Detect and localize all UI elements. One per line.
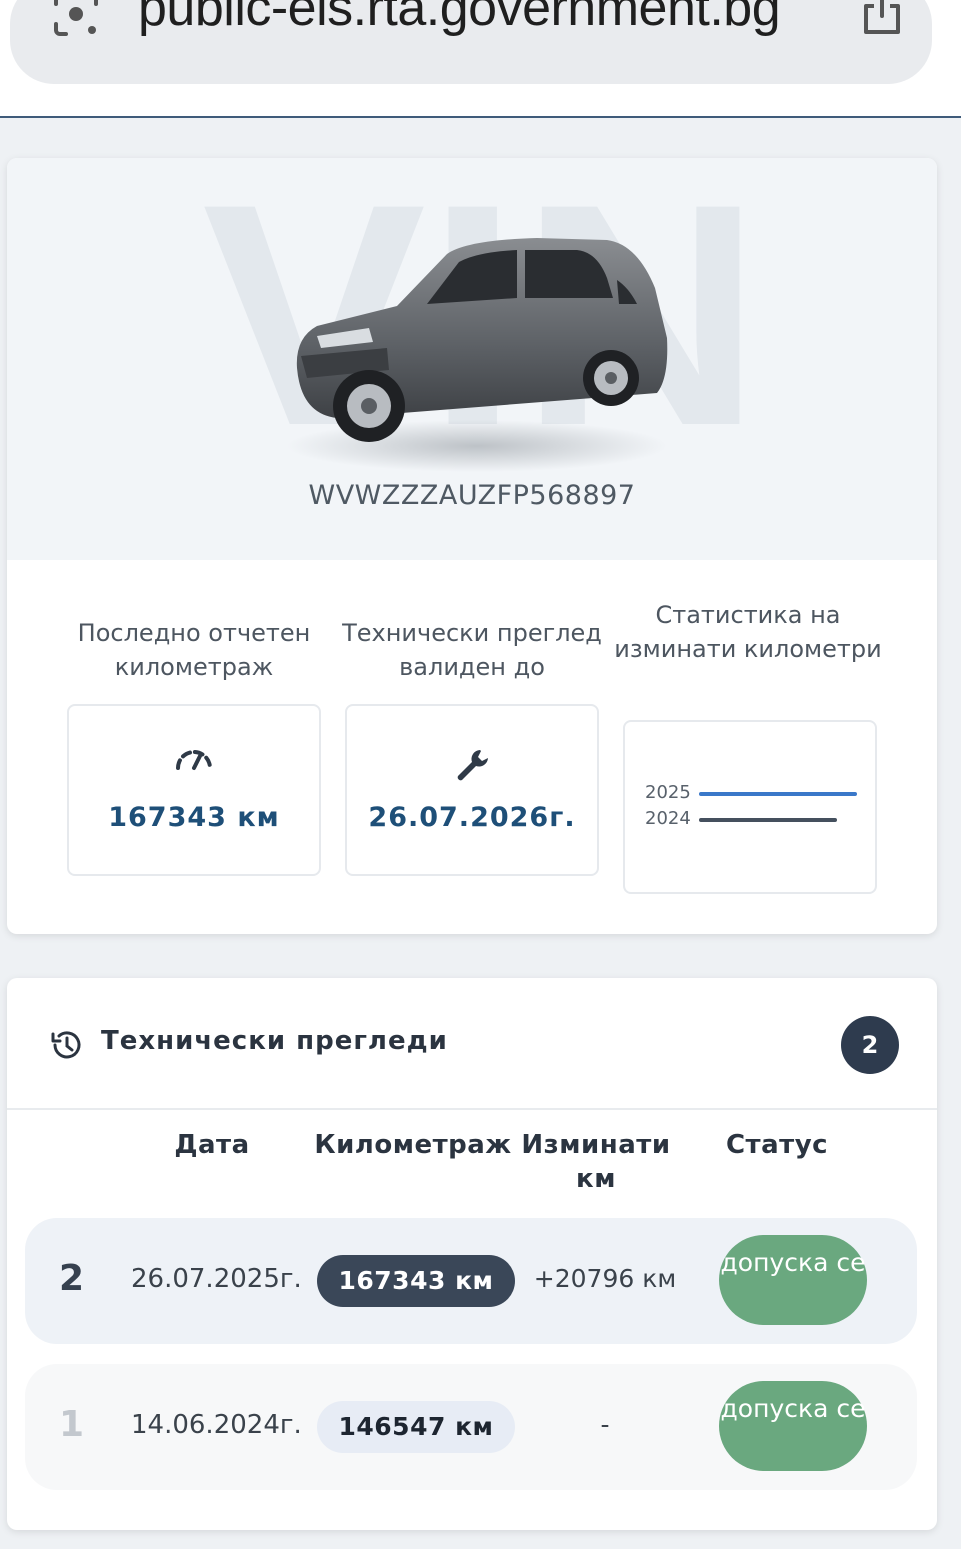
vin-number: WVWZZZAUZFP568897 — [308, 480, 636, 511]
inspections-card: Технически прегледи 2 Дата Километраж Из… — [7, 978, 937, 1530]
mileage-value: 167343 км — [108, 802, 280, 833]
statistics-box[interactable]: 2025 2024 — [623, 720, 877, 894]
share-icon[interactable] — [858, 0, 906, 38]
year-label: 2025 — [645, 782, 691, 803]
row-date: 26.07.2025г. — [131, 1264, 302, 1294]
mileage-label: Последно отчетен километраж — [77, 619, 311, 681]
url-text[interactable]: public-eis.rta.government.bg — [138, 0, 781, 40]
address-bar[interactable]: public-eis.rta.government.bg — [10, 0, 932, 84]
row-status-badge: допуска се — [719, 1235, 867, 1325]
vehicle-card: VIN — [7, 158, 937, 934]
inspection-row[interactable]: 2 26.07.2025г. 167343 км +20796 км допус… — [25, 1218, 917, 1344]
inspections-title: Технически прегледи — [101, 1026, 448, 1056]
row-date: 14.06.2024г. — [131, 1410, 302, 1440]
column-header-status: Статус — [725, 1130, 829, 1160]
mileage-stat: Последно отчетен километраж — [59, 560, 329, 684]
statistics-stat: Статистика на изминати километри — [613, 560, 883, 666]
row-number: 1 — [59, 1404, 85, 1445]
row-traveled: +20796 км — [533, 1264, 677, 1293]
browser-toolbar: public-eis.rta.government.bg — [0, 0, 961, 118]
car-image — [287, 238, 668, 472]
row-mileage-badge: 167343 км — [317, 1255, 515, 1307]
statistics-label: Статистика на изминати километри — [614, 601, 882, 663]
row-traveled: - — [600, 1410, 610, 1439]
column-header-date: Дата — [174, 1130, 250, 1160]
row-number: 2 — [59, 1258, 85, 1299]
column-header-traveled: Изминати км — [521, 1130, 671, 1194]
inspection-stat: Технически преглед валиден до — [337, 560, 607, 684]
speedometer-icon — [69, 746, 319, 776]
column-header-mileage: Километраж — [314, 1130, 512, 1160]
inspection-label: Технически преглед валиден до — [342, 619, 602, 681]
year-2024-line — [699, 818, 837, 822]
vehicle-hero: VIN — [7, 158, 937, 560]
mileage-box: 167343 км — [67, 704, 321, 876]
history-icon — [51, 1031, 81, 1059]
inspection-row[interactable]: 1 14.06.2024г. 146547 км - допуска се — [25, 1364, 917, 1490]
year-label: 2024 — [645, 808, 691, 829]
year-2025-line — [699, 792, 857, 796]
inspection-box: 26.07.2026г. — [345, 704, 599, 876]
inspections-count-badge: 2 — [841, 1016, 899, 1074]
inspection-value: 26.07.2026г. — [368, 802, 576, 833]
google-lens-icon[interactable] — [50, 0, 102, 40]
wrench-icon — [347, 746, 597, 790]
row-status-badge: допуска се — [719, 1381, 867, 1471]
inspections-header: Технически прегледи 2 — [7, 978, 937, 1110]
row-mileage-badge: 146547 км — [317, 1401, 515, 1453]
